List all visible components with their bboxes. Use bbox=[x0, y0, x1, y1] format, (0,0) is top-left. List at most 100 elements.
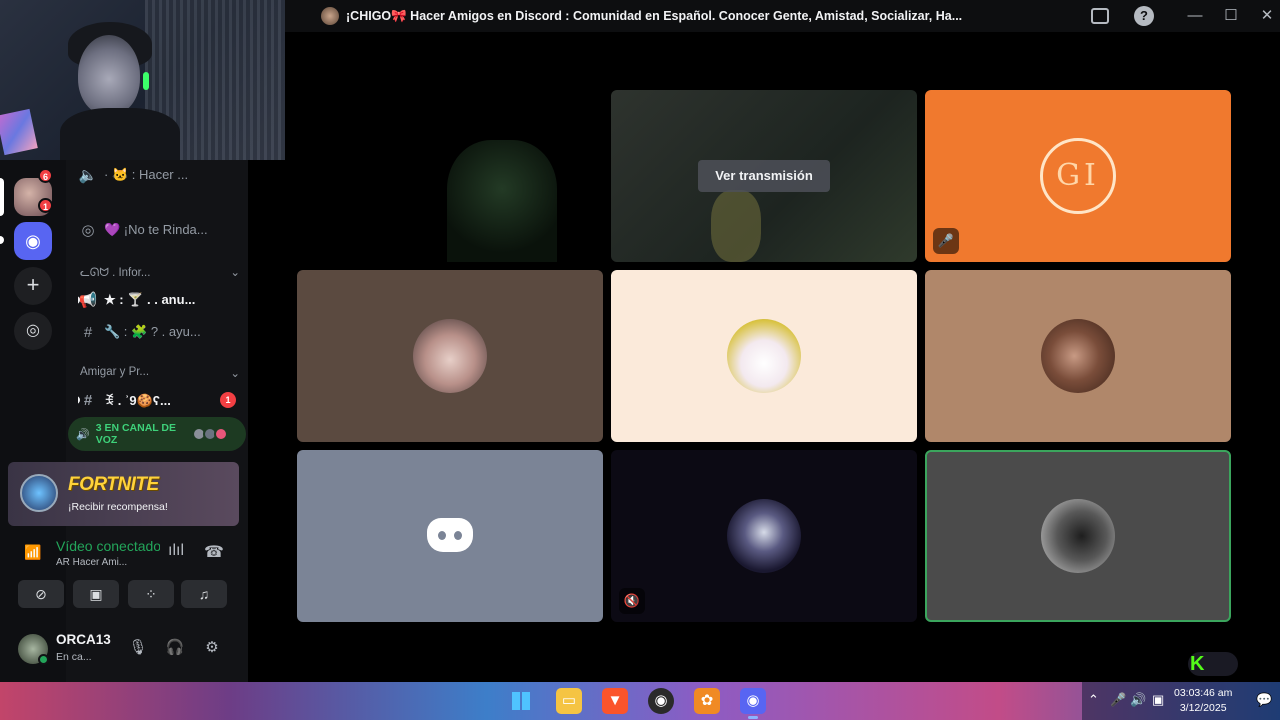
channel-title: ¡CHIGO🎀 Hacer Amigos en Discord : Comuni… bbox=[346, 8, 963, 23]
minimize-icon[interactable]: — bbox=[1185, 6, 1205, 26]
video-tile-user[interactable] bbox=[925, 270, 1231, 442]
game-title: FORTNITE bbox=[68, 474, 159, 495]
unread-indicator bbox=[0, 236, 4, 244]
clock[interactable]: 03:03:46 am 3/12/2025 bbox=[1174, 686, 1232, 716]
mention-badge: 1 bbox=[38, 198, 53, 213]
discord-logo-icon bbox=[427, 518, 473, 552]
channel-label: · 🐱 : Hacer ... bbox=[104, 167, 189, 182]
avatar bbox=[727, 319, 801, 393]
server-icon[interactable]: 6 1 bbox=[14, 168, 53, 216]
discord-icon[interactable]: ◉ bbox=[740, 688, 766, 719]
avatar bbox=[1041, 499, 1115, 573]
avatar bbox=[1041, 319, 1115, 393]
category-label: ᓚᘏᗢ . Infor... bbox=[80, 267, 151, 279]
close-icon[interactable]: ✕ bbox=[1257, 6, 1277, 26]
deafened-icon: 🎤 bbox=[933, 228, 959, 254]
category-header[interactable]: Amigar y Pr... ⌄ bbox=[80, 366, 240, 384]
category-label: Amigar y Pr... bbox=[80, 366, 150, 378]
text-channel[interactable]: # 🔧 : 🧩 ? . ayu... bbox=[78, 319, 246, 345]
volume-icon[interactable]: 🔊 bbox=[1130, 692, 1146, 708]
user-panel: ORCA13 En ca... 🎙 🎧 ⚙ bbox=[8, 626, 239, 676]
webcam-overlay bbox=[0, 0, 285, 160]
mention-badge: 6 bbox=[38, 168, 53, 183]
inbox-icon[interactable] bbox=[1091, 8, 1109, 24]
kick-logo: K bbox=[1188, 652, 1238, 676]
watch-stream-button[interactable]: Ver transmisión bbox=[698, 160, 830, 192]
voice-pill-label: 3 EN CANAL DE VOZ bbox=[95, 422, 177, 446]
megaphone-icon: 📢 bbox=[78, 292, 98, 309]
network-icon[interactable]: ▣ bbox=[1152, 692, 1164, 708]
screen-share-button[interactable]: ▣ bbox=[73, 580, 119, 608]
folder-icon[interactable]: ▭ bbox=[556, 688, 582, 714]
fl-studio-icon[interactable]: ✿ bbox=[694, 688, 720, 714]
voice-channel-name[interactable]: AR Hacer Ami... bbox=[56, 557, 127, 568]
online-status-icon bbox=[38, 654, 49, 665]
video-tile-camera[interactable] bbox=[297, 90, 603, 262]
taskbar: ▭ ▼ ◉ ✿ ◉ ⌃ 🎤 🔊 ▣ 03:03:46 am 3/12/2025 … bbox=[0, 682, 1280, 720]
reward-link[interactable]: ¡Recibir recompensa! bbox=[68, 501, 168, 513]
channel-label: 🔧 : 🧩 ? . ayu... bbox=[104, 324, 201, 339]
brave-browser-icon[interactable]: ▼ bbox=[602, 688, 628, 714]
activities-button[interactable]: ⁘ bbox=[128, 580, 174, 608]
voice-connection-panel: 📶 Vídeo conectado AR Hacer Ami... ılıl ☎… bbox=[8, 530, 239, 630]
chevron-down-icon: ⌄ bbox=[230, 368, 240, 380]
video-tile-user[interactable] bbox=[297, 270, 603, 442]
channel-label: ꉂ . ʾ9🍪ʕ... bbox=[104, 392, 171, 408]
voice-status[interactable]: Vídeo conectado bbox=[56, 538, 160, 554]
discord-home-icon[interactable]: ◉ bbox=[14, 222, 52, 260]
selected-indicator bbox=[0, 178, 4, 216]
speaker-icon: 🔈 bbox=[78, 167, 98, 184]
time: 03:03:46 am bbox=[1174, 687, 1233, 699]
announcement-channel[interactable]: 📢 ★ : 🍸 . . anu... bbox=[78, 287, 246, 313]
video-tile-speaking[interactable] bbox=[925, 450, 1231, 622]
camera-off-button[interactable]: ⊘ bbox=[18, 580, 64, 608]
video-tile-user[interactable]: GI 🎤 bbox=[925, 90, 1231, 262]
soundboard-button[interactable]: ♫ bbox=[181, 580, 227, 608]
avatar bbox=[413, 319, 487, 393]
avatar bbox=[727, 499, 801, 573]
chevron-up-icon[interactable]: ⌃ bbox=[1088, 692, 1099, 708]
headphones-icon[interactable]: 🎧 bbox=[164, 638, 186, 656]
hash-icon: # bbox=[83, 391, 93, 409]
signal-icon[interactable]: 📶 bbox=[24, 544, 42, 562]
obs-icon[interactable]: ◉ bbox=[648, 688, 674, 714]
game-promo-card[interactable]: FORTNITE ¡Recibir recompensa! bbox=[8, 462, 239, 526]
speaker-icon: 🔊 bbox=[76, 428, 90, 441]
hash-icon: # bbox=[83, 323, 93, 341]
mention-badge: 1 bbox=[220, 392, 236, 408]
video-tile-user[interactable] bbox=[611, 270, 917, 442]
add-server-icon[interactable]: + bbox=[14, 267, 52, 305]
channel-label: ★ : 🍸 . . anu... bbox=[104, 292, 196, 307]
stage-channel[interactable]: ◎ 💜 ¡No te Rinda... bbox=[78, 217, 246, 243]
microphone-icon[interactable]: 🎙 bbox=[127, 638, 149, 656]
compass-icon[interactable]: ◎ bbox=[14, 312, 52, 350]
video-tile-stream[interactable]: Ver transmisión bbox=[611, 90, 917, 262]
windows-start-icon[interactable] bbox=[508, 688, 534, 714]
disconnect-icon[interactable]: ☎ bbox=[204, 542, 224, 562]
notification-icon[interactable]: 💬 bbox=[1256, 692, 1272, 708]
stage-icon: ◎ bbox=[81, 222, 95, 239]
noise-suppression-icon[interactable]: ılıl bbox=[168, 542, 184, 560]
maximize-icon[interactable]: ☐ bbox=[1221, 6, 1241, 26]
screen: ¡CHIGO🎀 Hacer Amigos en Discord : Comuni… bbox=[0, 0, 1280, 720]
help-icon[interactable]: ? bbox=[1134, 6, 1154, 26]
channel-header: ¡CHIGO🎀 Hacer Amigos en Discord : Comuni… bbox=[285, 0, 1280, 32]
game-logo-icon bbox=[20, 474, 58, 512]
channel-icon bbox=[321, 7, 339, 25]
system-tray: ⌃ 🎤 🔊 ▣ 03:03:46 am 3/12/2025 💬 bbox=[1082, 682, 1280, 720]
video-tile-user[interactable]: 🔇 bbox=[611, 450, 917, 622]
category-header[interactable]: ᓚᘏᗢ . Infor... ⌄ bbox=[80, 265, 240, 283]
muted-icon: 🔇 bbox=[619, 588, 645, 614]
date: 3/12/2025 bbox=[1179, 702, 1227, 714]
microphone-icon[interactable]: 🎤 bbox=[1110, 692, 1126, 708]
voice-channel[interactable]: 🔈 · 🐱 : Hacer ... bbox=[78, 162, 246, 188]
username[interactable]: ORCA13 bbox=[56, 632, 111, 647]
channel-label: 💜 ¡No te Rinda... bbox=[104, 222, 208, 237]
avatar bbox=[213, 427, 228, 441]
user-status: En ca... bbox=[56, 651, 92, 663]
chevron-down-icon: ⌄ bbox=[230, 267, 240, 279]
gear-icon[interactable]: ⚙ bbox=[201, 638, 223, 656]
video-tile-user[interactable] bbox=[297, 450, 603, 622]
avatar: GI bbox=[1040, 138, 1116, 214]
voice-activity-pill[interactable]: 🔊 3 EN CANAL DE VOZ bbox=[68, 417, 246, 451]
